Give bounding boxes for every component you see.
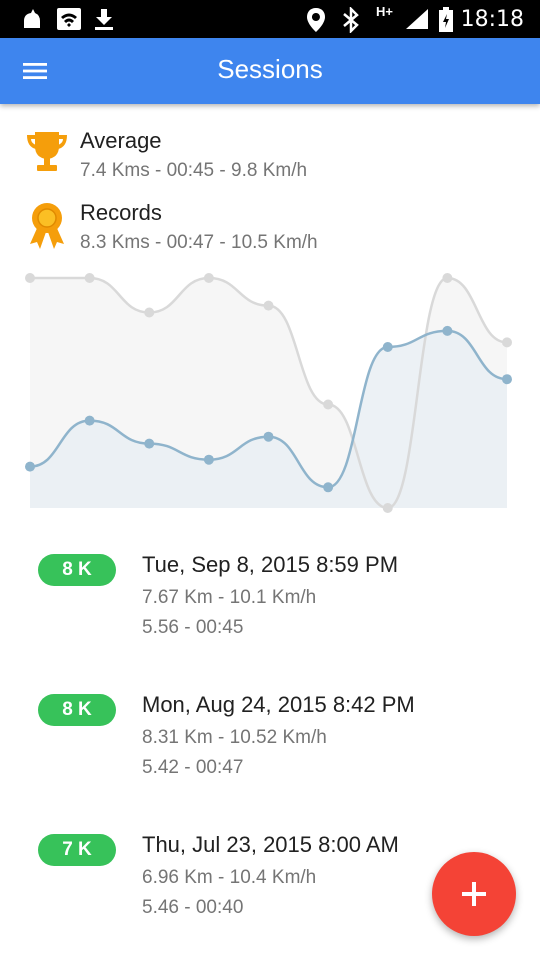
download-icon <box>95 9 113 30</box>
chart-point <box>442 273 453 283</box>
add-session-button[interactable] <box>432 852 516 936</box>
chart-point <box>442 325 453 336</box>
page-title: Sessions <box>217 54 323 84</box>
chart-point <box>203 454 214 465</box>
chart-point <box>382 503 393 513</box>
session-distance-speed: 8.31 Km - 10.52 Km/h <box>142 727 327 748</box>
session-distance-speed: 7.67 Km - 10.1 Km/h <box>142 587 317 608</box>
chart-point <box>25 273 35 283</box>
average-value: 7.4 Kms - 00:45 - 9.8 Km/h <box>80 160 308 181</box>
chart-point <box>323 482 334 493</box>
chart-point <box>203 273 214 283</box>
distance-badge: 8 K <box>38 554 116 586</box>
chart-point <box>25 461 35 472</box>
location-icon <box>307 8 325 32</box>
chart-point <box>502 337 512 348</box>
chart-point <box>382 342 393 352</box>
bluetooth-icon <box>343 7 359 33</box>
average-title: Average <box>80 128 162 153</box>
chart-point <box>84 415 95 426</box>
sessions-chart <box>25 273 512 513</box>
chart-point <box>502 374 512 385</box>
session-pace-duration: 5.56 - 00:45 <box>142 617 244 638</box>
chart-point <box>323 399 334 410</box>
chart-point <box>84 273 95 283</box>
session-pace-duration: 5.42 - 00:47 <box>142 757 244 778</box>
signal-icon <box>406 9 428 29</box>
chart-point <box>263 300 274 311</box>
distance-badge: 7 K <box>38 834 116 866</box>
distance-badge: 8 K <box>38 694 116 726</box>
session-date: Thu, Jul 23, 2015 8:00 AM <box>142 832 399 857</box>
network-type-label: H+ <box>376 4 393 19</box>
app-bar: Sessions <box>0 38 540 104</box>
wifi-icon <box>57 8 81 30</box>
trophy-icon <box>27 132 67 171</box>
battery-icon <box>439 7 453 32</box>
session-item[interactable]: 8 K Tue, Sep 8, 2015 8:59 PM 7.67 Km - 1… <box>0 538 540 648</box>
medal-icon <box>30 203 64 249</box>
session-date: Mon, Aug 24, 2015 8:42 PM <box>142 692 415 717</box>
records-value: 8.3 Kms - 00:47 - 10.5 Km/h <box>80 232 318 253</box>
chart-point <box>263 431 274 442</box>
chart-point <box>144 307 155 318</box>
session-pace-duration: 5.46 - 00:40 <box>142 897 244 918</box>
notification-icon <box>24 9 40 28</box>
records-title: Records <box>80 200 162 225</box>
status-bar: H+ 18:18 <box>0 0 540 38</box>
session-date: Tue, Sep 8, 2015 8:59 PM <box>142 552 399 577</box>
session-item[interactable]: 8 K Mon, Aug 24, 2015 8:42 PM 8.31 Km - … <box>0 678 540 788</box>
chart-point <box>144 438 155 449</box>
plus-icon <box>462 882 486 906</box>
session-distance-speed: 6.96 Km - 10.4 Km/h <box>142 867 317 888</box>
status-time: 18:18 <box>460 7 524 32</box>
